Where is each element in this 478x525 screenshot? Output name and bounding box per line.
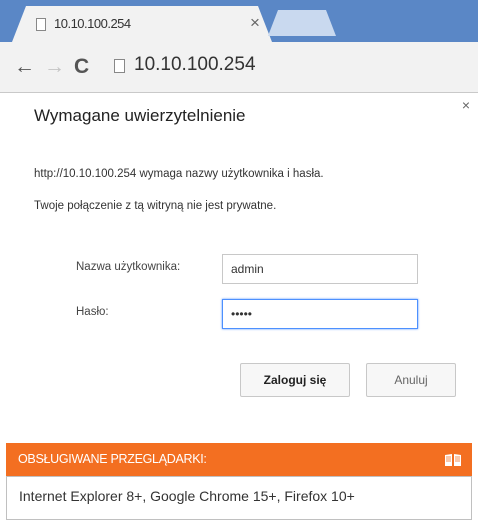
tab-strip: 10.10.100.254 × (0, 0, 478, 42)
supported-browsers-body: Internet Explorer 8+, Google Chrome 15+,… (6, 476, 472, 520)
dialog-message: http://10.10.100.254 wymaga nazwy użytko… (34, 168, 324, 180)
back-icon[interactable]: ← (14, 56, 35, 78)
username-label: Nazwa użytkownika: (76, 261, 181, 273)
supported-browsers-title: OBSŁUGIWANE PRZEGLĄDARKI: (18, 452, 207, 466)
book-icon (445, 454, 461, 466)
supported-browsers-list: Internet Explorer 8+, Google Chrome 15+,… (19, 488, 355, 504)
browser-toolbar: ← → C 10.10.100.254 (0, 42, 478, 93)
address-url[interactable]: 10.10.100.254 (134, 54, 256, 76)
dialog-close-icon[interactable]: × (462, 97, 470, 113)
page-favicon-icon (36, 18, 46, 31)
forward-icon[interactable]: → (44, 56, 65, 78)
browser-tab[interactable]: 10.10.100.254 × (12, 6, 272, 42)
login-button[interactable]: Zaloguj się (240, 363, 350, 397)
page-icon (114, 59, 125, 73)
address-bar[interactable]: 10.10.100.254 (104, 48, 478, 84)
password-label: Hasło: (76, 306, 109, 318)
cancel-button[interactable]: Anuluj (366, 363, 456, 397)
auth-dialog: × Wymagane uwierzytelnienie http://10.10… (0, 93, 478, 415)
reload-icon[interactable]: C (74, 56, 89, 78)
tab-title: 10.10.100.254 (54, 16, 131, 31)
dialog-title: Wymagane uwierzytelnienie (34, 106, 246, 125)
tab-close-icon[interactable]: × (250, 13, 260, 33)
password-input[interactable] (222, 299, 418, 329)
privacy-warning: Twoje połączenie z tą witryną nie jest p… (34, 200, 277, 212)
new-tab-button[interactable] (268, 10, 336, 36)
supported-browsers-header: OBSŁUGIWANE PRZEGLĄDARKI: (6, 443, 472, 476)
username-input[interactable] (222, 254, 418, 284)
